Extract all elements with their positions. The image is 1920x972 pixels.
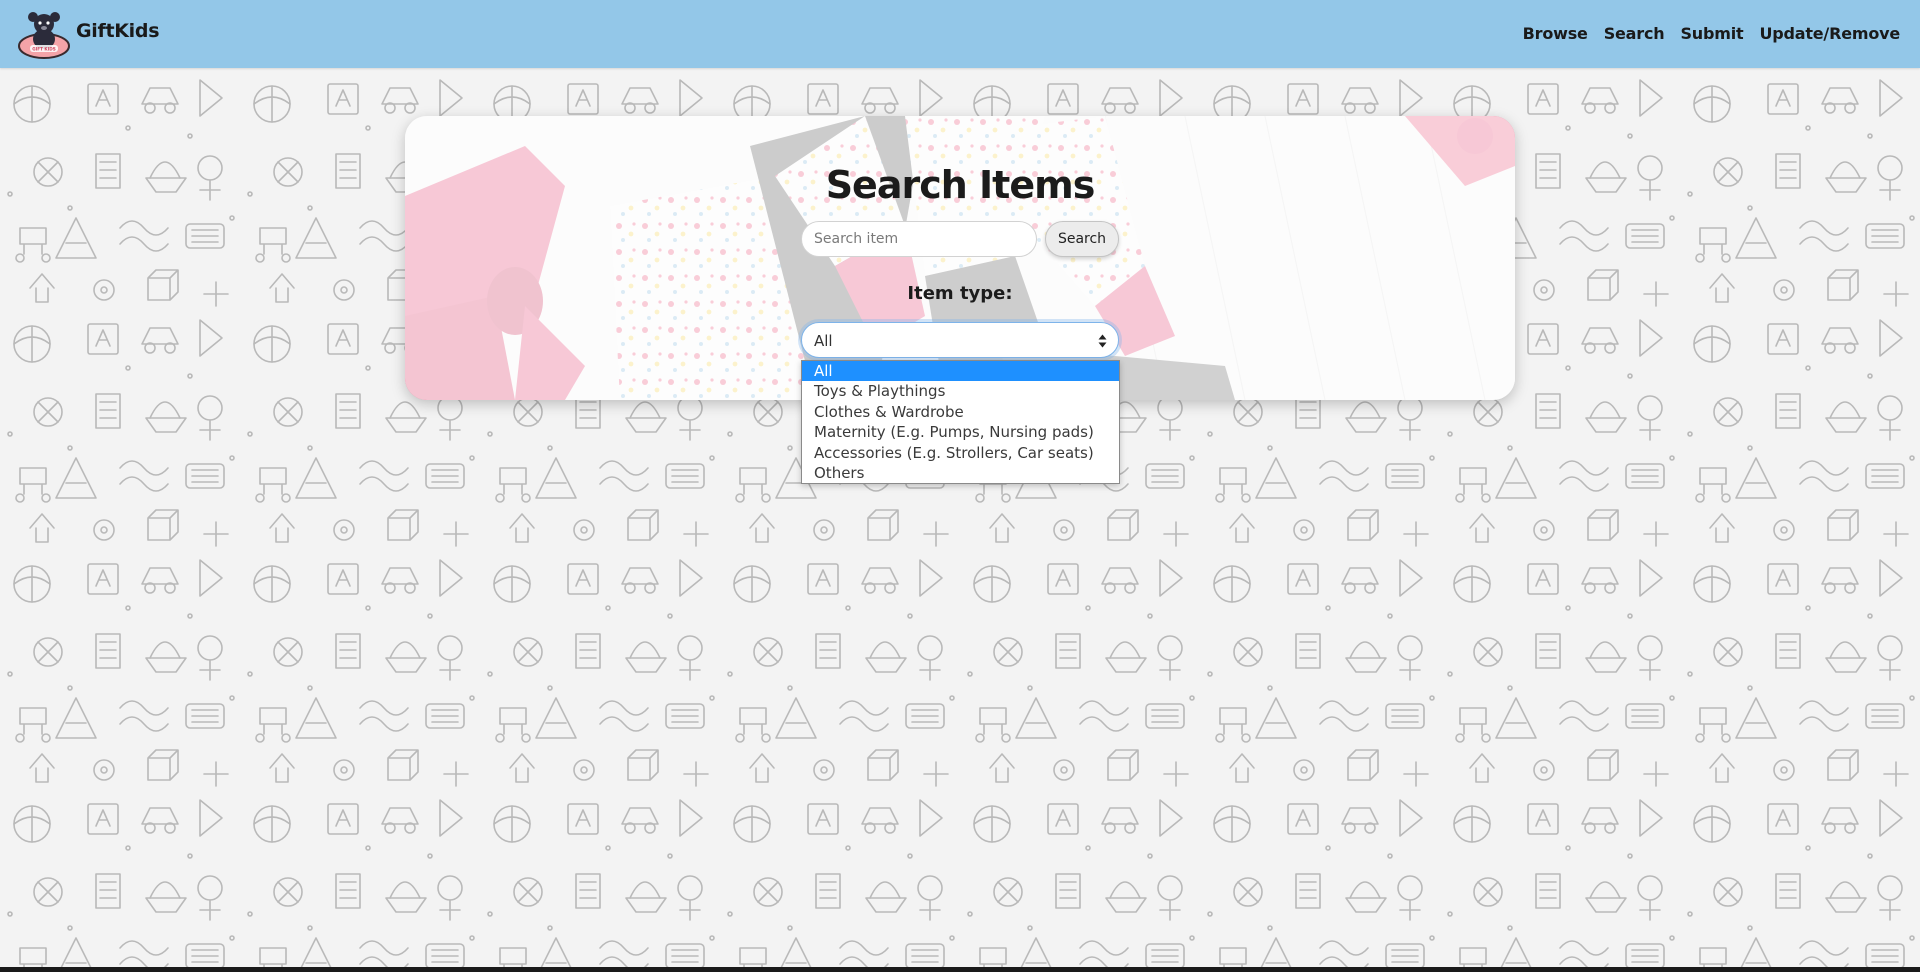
option-all[interactable]: All <box>802 361 1119 382</box>
logo-badge-text: GIFT KIDS <box>32 47 55 52</box>
option-clothes-wardrobe[interactable]: Clothes & Wardrobe <box>802 402 1119 422</box>
search-input[interactable] <box>801 221 1037 257</box>
nav-update-remove-link[interactable]: Update/Remove <box>1759 24 1900 43</box>
top-navbar: GIFT KIDS GiftKids Browse Search Submit … <box>0 0 1920 68</box>
nav-search-link[interactable]: Search <box>1604 24 1665 43</box>
option-others[interactable]: Others <box>802 463 1119 483</box>
brand[interactable]: GIFT KIDS GiftKids <box>18 8 160 60</box>
search-card: Search Items Search Item type: All <box>405 116 1515 400</box>
option-toys-playthings[interactable]: Toys & Playthings <box>802 381 1119 401</box>
nav-links: Browse Search Submit Update/Remove <box>1507 24 1901 43</box>
nav-submit-link[interactable]: Submit <box>1680 24 1743 43</box>
teddy-bear-logo-icon: GIFT KIDS <box>18 12 70 59</box>
option-accessories[interactable]: Accessories (E.g. Strollers, Car seats) <box>802 443 1119 463</box>
item-type-select[interactable]: All <box>801 322 1119 358</box>
nav-browse-link[interactable]: Browse <box>1523 24 1588 43</box>
search-button[interactable]: Search <box>1045 221 1119 257</box>
item-type-dropdown-list: All Toys & Playthings Clothes & Wardrobe… <box>801 360 1120 484</box>
window-bottom-edge <box>0 967 1920 972</box>
page-title: Search Items <box>825 163 1096 208</box>
item-type-select-value: All <box>814 332 833 350</box>
brand-name: GiftKids <box>76 20 160 42</box>
item-type-label: Item type: <box>907 283 1013 304</box>
sort-updown-icon <box>1098 334 1107 348</box>
option-maternity[interactable]: Maternity (E.g. Pumps, Nursing pads) <box>802 422 1119 442</box>
